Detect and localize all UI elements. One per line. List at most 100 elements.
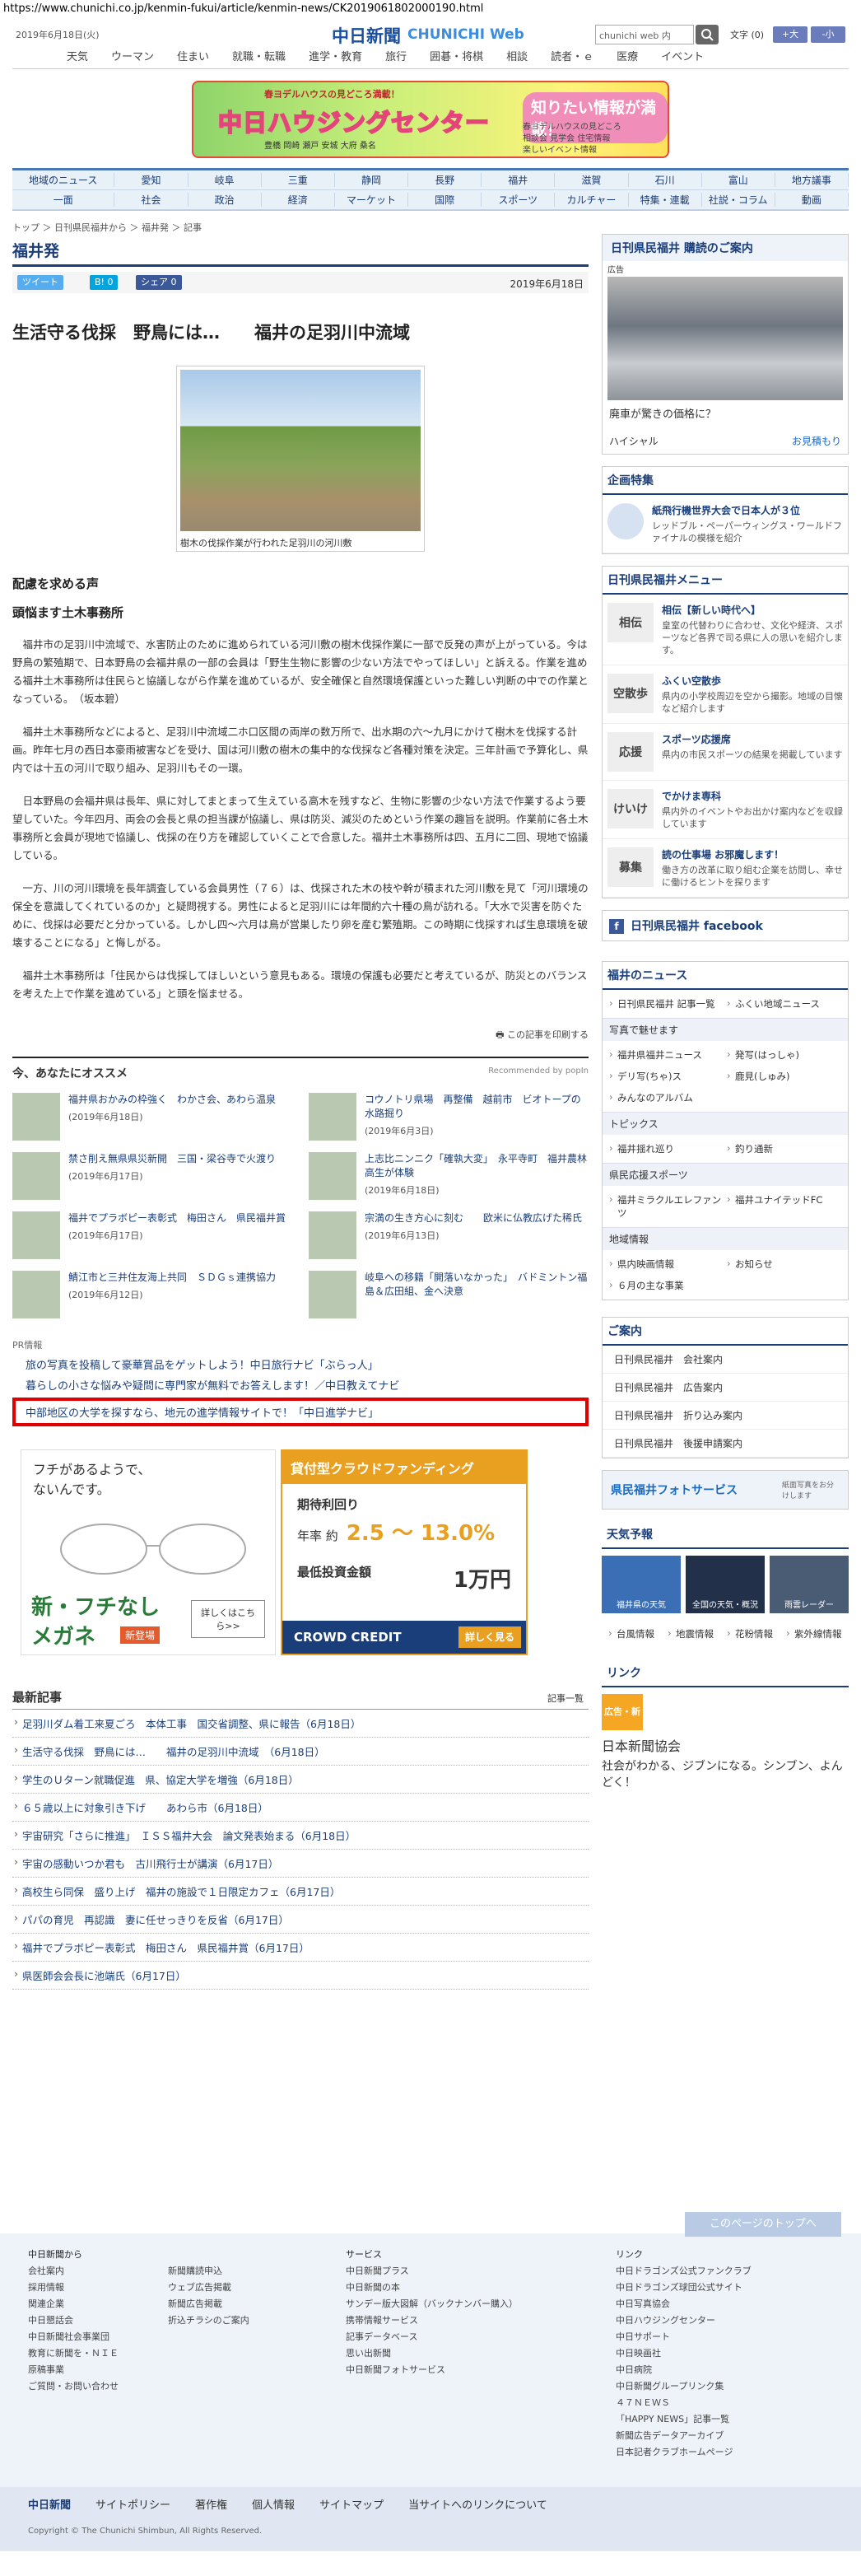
housing-center-banner[interactable]: 春ヨデルハウスの見どころ満載！ 中日ハウジングセンター 知りたい情報が満載！ 春… (192, 81, 669, 158)
news-link[interactable]: 福井ユナイテッドFC (725, 1189, 843, 1224)
category-nav-item[interactable]: 一面 (12, 193, 115, 207)
topnav-item[interactable]: 住まい (165, 48, 221, 68)
site-logo-web[interactable]: CHUNICHI Web (407, 26, 524, 43)
region-nav-item[interactable]: 石川 (629, 173, 702, 187)
footer-link[interactable]: 中日写真協会 (616, 2296, 752, 2312)
region-nav-item[interactable]: 地域のニュース (12, 173, 115, 187)
guide-link[interactable]: 日刊県民福井 広告案内 (603, 1374, 848, 1402)
topnav-item[interactable]: イベント (649, 48, 715, 68)
recommend-item[interactable]: 福井県おかみの枠強く わかさ会、あわら温泉 (2019年6月18日) (12, 1093, 292, 1141)
topnav-item[interactable]: 囲碁・将棋 (418, 48, 495, 68)
footer-link[interactable]: 中日新聞プラス (346, 2263, 518, 2280)
pr-link[interactable]: 暮らしの小さな悩みや疑問に専門家が無料でお答えします！／中日教えてナビ (12, 1377, 589, 1393)
latest-item[interactable]: 県医師会会長に池端氏（6月17日） (12, 1962, 589, 1990)
footer-link[interactable]: 中日病院 (616, 2362, 752, 2378)
recommend-item[interactable]: 宗満の生き方心に刻む 欧米に仏教広げた稀氏 (2019年6月13日) (309, 1211, 589, 1259)
print-link[interactable]: 🖶 この記事を印刷する (12, 1028, 589, 1043)
footer-link[interactable]: 日本記者クラブホームページ (616, 2444, 752, 2461)
recommend-title[interactable]: 禁さ削え無県県災新開 三国・梁谷寺で火渡り (68, 1152, 276, 1166)
footer-link[interactable]: 中日新聞の本 (346, 2280, 518, 2296)
region-nav-item[interactable]: 岐阜 (188, 173, 262, 187)
footer-link[interactable]: 関連企業 (28, 2296, 119, 2312)
recommend-title[interactable]: 上志比ニンニク「確執大変」 永平寺町 福井農林高生が体験 (365, 1152, 589, 1180)
recommend-item[interactable]: 鯖江市と三井住友海上共同 ＳＤＧｓ連携協力 (2019年6月12日) (12, 1271, 292, 1318)
press-assoc-logo[interactable]: 広告・新 (602, 1694, 643, 1730)
footer-link[interactable]: 中日ドラゴンズ球団公式サイト (616, 2280, 752, 2296)
footer-link[interactable]: 思い出新聞 (346, 2345, 518, 2362)
category-nav-item[interactable]: 社会 (114, 193, 188, 207)
footer-link[interactable]: 教育に新聞を・ＮＩＥ (28, 2345, 119, 2362)
latest-item[interactable]: ６５歳以上に対象引き下げ あわら市（6月18日） (12, 1794, 589, 1822)
news-link[interactable]: 鹿見(しゅみ) (725, 1066, 843, 1087)
footer-link[interactable]: 中日映画社 (616, 2345, 752, 2362)
region-nav-item[interactable]: 長野 (408, 173, 482, 187)
recommend-item[interactable]: 禁さ削え無県県災新開 三国・梁谷寺で火渡り (2019年6月17日) (12, 1152, 292, 1200)
footer-link[interactable]: 新聞広告データアーカイブ (616, 2428, 752, 2444)
footer-link[interactable]: 中日新聞社会事業団 (28, 2329, 119, 2345)
page-top-button[interactable]: このページのトップへ (685, 2212, 841, 2237)
photo-service-banner[interactable]: 県民福井フォトサービス 紙面写真をお分けします (602, 1470, 849, 1510)
category-nav-item[interactable]: 動画 (775, 193, 849, 207)
latest-item[interactable]: 学生のＵターン就職促進 県、協定大学を増強（6月18日） (12, 1766, 589, 1794)
guide-link[interactable]: 日刊県民福井 折り込み案内 (603, 1402, 848, 1430)
weather-link[interactable]: 地震情報 (666, 1623, 725, 1645)
topnav-item[interactable]: 旅行 (374, 48, 418, 68)
latest-item[interactable]: 福井でプラボピー表彰式 梅田さん 県民福井賞（6月17日） (12, 1934, 589, 1962)
recommend-item[interactable]: 岐阜への移籍「開落いなかった」 バドミントン福島＆広田組、金へ決意 (309, 1271, 589, 1318)
weather-link[interactable]: 台風情報 (607, 1623, 666, 1645)
topnav-item[interactable]: 就職・転職 (221, 48, 297, 68)
region-nav-item[interactable]: 富山 (702, 173, 775, 187)
region-nav-item[interactable]: 三重 (262, 173, 335, 187)
region-nav-item[interactable]: 滋賀 (555, 173, 629, 187)
category-nav-item[interactable]: 社説・コラム (702, 193, 775, 207)
weather-tile[interactable]: 福井県の天気 (602, 1556, 681, 1613)
recommend-title[interactable]: コウノトリ県場 再整備 越前市 ビオトープの水路掘り (365, 1093, 589, 1121)
crowdcredit-ad[interactable]: 貸付型クラウドファンディング 期待利回り 年率 約 2.5 ～ 13.0% 最低投… (281, 1449, 528, 1655)
weather-link[interactable]: 花粉情報 (725, 1623, 784, 1645)
footer-link[interactable]: 中日ドラゴンズ公式ファンクラブ (616, 2263, 752, 2280)
news-link[interactable]: 日刊県民福井 記事一覧 (607, 993, 725, 1015)
category-nav-item[interactable]: 経済 (262, 193, 335, 207)
breadcrumb[interactable]: トップ ＞ 日刊県民福井から ＞ 福井発 ＞ 記事 (12, 221, 849, 234)
search-button[interactable] (696, 25, 719, 44)
menu-item[interactable]: 応援 スポーツ応援席 県内の市民スポーツの結果を掲載しています (603, 724, 848, 781)
tweet-button[interactable]: ツイート (17, 275, 63, 290)
recommend-title[interactable]: 福井県おかみの枠強く わかさ会、あわら温泉 (68, 1093, 276, 1107)
news-link[interactable]: 福井ミラクルエレファンツ (607, 1189, 725, 1224)
topnav-item[interactable]: ウーマン (100, 48, 165, 68)
region-nav-item[interactable]: 地方議事 (775, 173, 849, 187)
region-nav-item[interactable]: 福井 (482, 173, 556, 187)
site-logo[interactable]: 中日新聞 (332, 23, 401, 48)
news-link[interactable]: デリ写(ちゃ)ス (607, 1066, 725, 1087)
footer-link[interactable]: 中日ハウジングセンター (616, 2312, 752, 2329)
footer-link[interactable]: 中日新聞グループリンク集 (616, 2378, 752, 2395)
glasses-ad[interactable]: フチがあるようで、 ないんです。 新・フチなし メガネ 新登場 詳しくはこちら>… (21, 1449, 276, 1655)
news-link[interactable]: 釣り通新 (725, 1138, 843, 1160)
search-input[interactable]: chunichi web 内 (595, 25, 694, 44)
menu-item[interactable]: 相伝 相伝【新しい時代へ】 皇室の代替わりに合わせ、文化や経済、スポーツなど各界で司… (603, 595, 848, 665)
topnav-item[interactable]: 読者・ｅ (539, 48, 605, 68)
menu-item[interactable]: 募集 読の仕事場 お邪魔します！ 働き方の改革に取り組む企業を訪問し、幸せに働けるヒ… (603, 839, 848, 898)
menu-item[interactable]: 空散歩 ふくい空散歩 県内の小学校周辺を空から撮影。地域の目懐など紹介します (603, 665, 848, 724)
font-smaller-button[interactable]: -小 (811, 26, 845, 43)
category-nav-item[interactable]: 特集・連載 (629, 193, 702, 207)
weather-tile[interactable]: 雨雲レーダー (770, 1556, 849, 1613)
recommend-item[interactable]: 福井でプラボピー表彰式 梅田さん 県民福井賞 (2019年6月17日) (12, 1211, 292, 1259)
latest-more-link[interactable]: 記事一覧 (547, 1692, 584, 1705)
footer-link[interactable]: 原稿事業 (28, 2362, 119, 2378)
news-link[interactable]: 福井揺れ巡り (607, 1138, 725, 1160)
ad-more-button[interactable]: 詳しくはこちら>> (191, 1600, 265, 1638)
footer-link[interactable]: 「HAPPY NEWS」記事一覧 (616, 2411, 752, 2428)
facebook-share-button[interactable]: シェア 0 (136, 275, 182, 290)
recommend-item[interactable]: コウノトリ県場 再整備 越前市 ビオトープの水路掘り (2019年6月3日) (309, 1093, 589, 1141)
menu-title[interactable]: でかけま専科 (662, 789, 843, 803)
category-nav-item[interactable]: カルチャー (555, 193, 629, 207)
footer-link[interactable]: 新聞購読申込 (168, 2263, 249, 2280)
latest-item[interactable]: 足羽川ダム着工来夏ごろ 本体工事 国交省調整、県に報告（6月18日） (12, 1710, 589, 1738)
side-ad-box[interactable]: 日刊県民福井 購読のご案内 広告 廃車が驚きの価格に？ ハイシャル お見積もり (602, 234, 849, 455)
menu-title[interactable]: スポーツ応援席 (662, 732, 842, 746)
category-nav-item[interactable]: スポーツ (482, 193, 556, 207)
guide-link[interactable]: 日刊県民福井 会社案内 (603, 1346, 848, 1374)
footer-link[interactable]: ご質問・お問い合わせ (28, 2378, 119, 2395)
address-bar[interactable]: https://www.chunichi.co.jp/kenmin-fukui/… (0, 0, 861, 18)
